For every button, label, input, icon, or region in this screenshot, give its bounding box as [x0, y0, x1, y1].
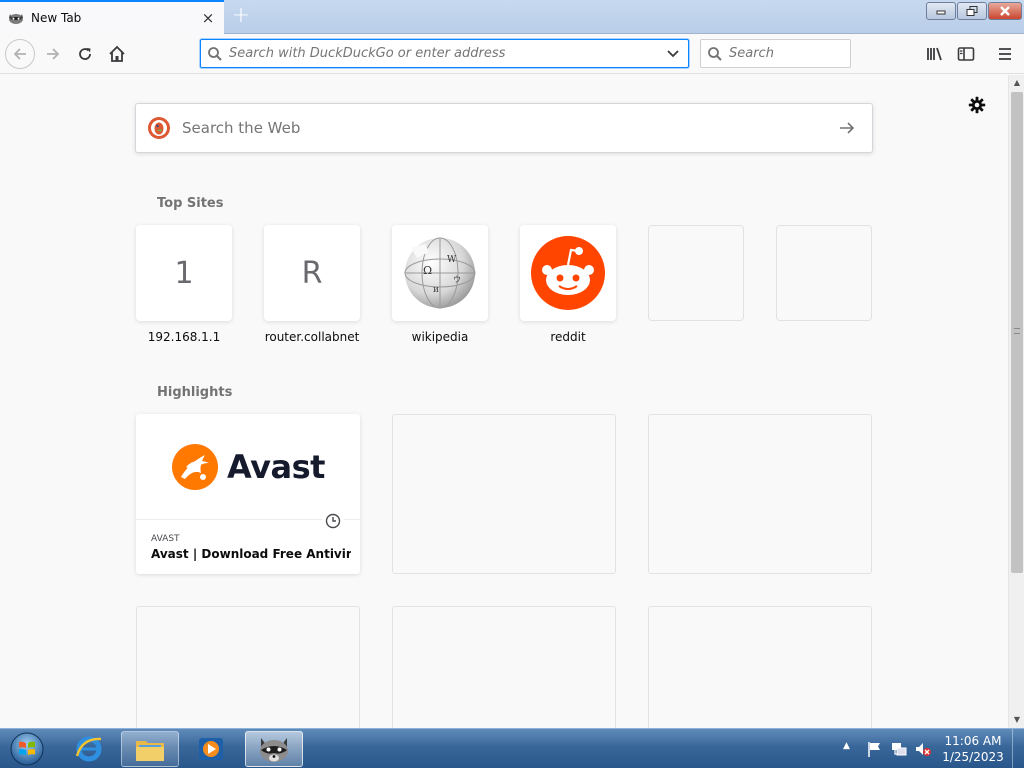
forward-button[interactable]	[38, 39, 68, 69]
scroll-up-arrow-icon[interactable]: ▲	[1009, 75, 1024, 91]
search-bar[interactable]	[700, 39, 851, 68]
highlights-heading: Highlights	[157, 385, 233, 400]
avast-logo-icon	[172, 443, 219, 490]
search-go-arrow-icon[interactable]	[822, 120, 872, 136]
restore-icon	[966, 6, 978, 16]
duckduckgo-logo-icon	[136, 116, 182, 140]
customize-button[interactable]	[966, 94, 988, 116]
sidebar-toggle-button[interactable]	[951, 39, 981, 69]
hamburger-menu-icon	[999, 48, 1011, 60]
library-button[interactable]	[920, 39, 950, 69]
close-window-button[interactable]	[988, 2, 1022, 20]
url-input[interactable]	[229, 46, 658, 61]
search-icon	[201, 46, 229, 62]
search-icon	[701, 46, 729, 62]
tab-new-tab[interactable]: New Tab ×	[0, 0, 224, 34]
windows-taskbar: ▲ 11:06 AM 1/25/2023	[0, 728, 1024, 768]
clock-icon	[322, 510, 344, 532]
taskbar-file-explorer[interactable]	[121, 731, 179, 767]
top-site-label: 192.168.1.1	[147, 330, 221, 344]
library-icon	[927, 47, 942, 61]
svg-text:Ω: Ω	[423, 264, 432, 277]
tab-strip: New Tab × +	[0, 0, 1024, 34]
gear-icon	[968, 96, 986, 114]
top-site-letter: 1	[174, 255, 194, 291]
url-dropdown-chevron-icon[interactable]	[658, 49, 688, 59]
home-button[interactable]	[102, 39, 132, 69]
address-bar[interactable]	[200, 39, 689, 68]
minimize-button[interactable]	[926, 2, 956, 20]
web-search-box[interactable]	[135, 103, 873, 153]
empty-highlight-slot	[648, 414, 872, 574]
top-site-tile[interactable]: R	[264, 225, 360, 321]
top-sites-heading: Top Sites	[157, 196, 224, 211]
empty-top-site-slot[interactable]	[648, 225, 744, 321]
reddit-alien-icon	[531, 236, 605, 310]
internet-explorer-icon	[75, 736, 102, 762]
svg-text:ウ: ウ	[453, 275, 461, 284]
top-site-label: reddit	[550, 330, 586, 344]
minimize-icon	[936, 10, 946, 15]
taskbar-internet-explorer[interactable]	[60, 731, 118, 767]
scroll-down-arrow-icon[interactable]: ▼	[1009, 712, 1024, 728]
media-player-icon	[199, 738, 223, 760]
firefox-raccoon-icon	[260, 738, 288, 762]
top-site-letter: R	[301, 255, 323, 291]
highlight-source: AVAST	[151, 534, 180, 544]
svg-text:и: и	[433, 285, 439, 295]
show-desktop-button[interactable]	[1012, 729, 1024, 768]
back-arrow-icon	[13, 48, 26, 60]
raccoon-favicon-icon	[9, 14, 23, 24]
action-center-flag-icon[interactable]	[866, 740, 884, 758]
top-site-tile[interactable]: Ω W и ウ	[392, 225, 488, 321]
network-icon[interactable]	[890, 740, 908, 758]
svg-text:W: W	[447, 255, 457, 265]
close-tab-icon[interactable]: ×	[200, 10, 216, 26]
top-site-tile[interactable]	[520, 225, 616, 321]
restore-button[interactable]	[957, 2, 987, 20]
back-button[interactable]	[5, 39, 35, 69]
clock-time: 11:06 AM	[944, 734, 1002, 748]
avast-brand-text: Avast	[227, 447, 325, 486]
reload-button[interactable]	[70, 39, 100, 69]
file-explorer-icon	[136, 741, 164, 761]
clock-date: 1/25/2023	[942, 750, 1004, 764]
highlight-title: Avast | Download Free Antivirus ...	[151, 547, 351, 561]
top-site-label: wikipedia	[411, 330, 469, 344]
forward-arrow-icon	[47, 48, 60, 60]
show-hidden-icons-button[interactable]: ▲	[843, 741, 850, 751]
system-clock[interactable]: 11:06 AM 1/25/2023	[938, 733, 1008, 765]
tab-title: New Tab	[31, 11, 82, 25]
volume-muted-icon[interactable]	[914, 740, 932, 758]
web-search-input[interactable]	[182, 119, 822, 137]
app-menu-button[interactable]	[990, 39, 1020, 69]
empty-highlight-slot	[392, 414, 616, 574]
scrollbar-thumb[interactable]	[1011, 92, 1023, 573]
wikipedia-globe-icon: Ω W и ウ	[404, 237, 476, 309]
search-input[interactable]	[729, 46, 850, 61]
new-tab-page: Top Sites 1 192.168.1.1 R router.collabn…	[0, 75, 1008, 766]
empty-top-site-slot[interactable]	[776, 225, 872, 321]
taskbar-media-player[interactable]	[182, 731, 240, 767]
home-icon	[109, 45, 125, 62]
close-icon	[1000, 6, 1010, 16]
windows-start-orb-icon	[10, 732, 44, 766]
taskbar-firefox[interactable]	[245, 731, 303, 767]
vertical-scrollbar[interactable]: ▲ ▼	[1008, 75, 1024, 728]
scrollbar-grip	[1014, 328, 1020, 334]
avast-preview-image: Avast	[136, 414, 360, 520]
top-site-tile[interactable]: 1	[136, 225, 232, 321]
reload-icon	[79, 48, 91, 60]
navigation-toolbar	[0, 34, 1024, 74]
highlight-card-avast[interactable]: Avast AVAST Avast | Download Free Antivi…	[136, 414, 360, 574]
start-button[interactable]	[4, 730, 50, 768]
new-tab-button[interactable]: +	[230, 5, 252, 28]
sidebar-icon	[957, 47, 975, 61]
top-site-label: router.collabnet	[264, 330, 360, 344]
